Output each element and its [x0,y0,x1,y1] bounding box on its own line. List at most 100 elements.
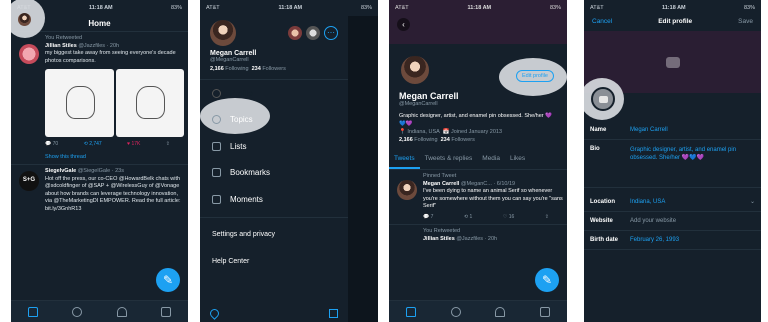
bio-input[interactable]: Graphic designer, artist, and enamel pin… [630,146,755,181]
website-field[interactable]: Website Add your website [584,212,761,231]
mail-icon[interactable] [539,306,550,317]
author-name[interactable]: Megan Carrell [423,181,459,187]
search-icon[interactable] [72,306,83,317]
compose-button[interactable]: ✎ [535,268,559,292]
chevron-down-icon[interactable]: ⌄ [750,198,755,205]
followers-label: Followers [451,137,475,143]
show-thread-link[interactable]: Show this thread [11,152,188,165]
clock: 11:18 AM [661,5,686,11]
following-count[interactable]: 2,166 [210,66,224,72]
drawer-screen: AT&T 11:18 AM 83% ⋯ Megan Carrell @Megan… [200,0,378,322]
birth-date-field[interactable]: Birth date February 26, 1993 [584,231,761,250]
home-icon[interactable] [28,306,39,317]
settings-link[interactable]: Settings and privacy [200,222,348,249]
status-bar: AT&T 11:18 AM 83% [200,0,378,16]
avatar-editor[interactable] [591,87,615,111]
avatar[interactable] [399,54,431,86]
name-input[interactable]: Megan Carrell [630,127,668,133]
tweet-text: my biggest take away from seeing everyon… [45,50,176,64]
birth-date-input[interactable]: February 26, 1993 [630,237,679,243]
followers-count[interactable]: 234 [441,137,450,143]
birth-date-label: Birth date [590,237,619,243]
help-link[interactable]: Help Center [200,248,348,275]
bell-icon[interactable] [116,306,127,317]
tweet-text: Hot off the press, our co-CEO @HowardBel… [45,175,181,212]
author-handle: @Jazzfiles · 20h [456,235,498,242]
battery: 83% [360,5,372,11]
profile-meta: 📍 Indiana, USA 📅 Joined January 2013 [399,129,503,135]
profile-handle: @MeganCarrell [399,101,438,107]
menu-item-topics[interactable]: Topics [200,107,348,134]
edit-profile-button[interactable]: Edit profile [516,70,554,82]
website-input[interactable]: Add your website [630,218,676,224]
mail-icon[interactable] [160,306,171,317]
clock: 11:18 AM [467,5,492,11]
avatar[interactable] [210,20,236,46]
tab-likes[interactable]: Likes [505,150,530,169]
tweet-image[interactable] [45,69,114,137]
following-label: Following [414,137,438,143]
tweet-actions: 💬 7 ⟲ 1 ♡ 16 ⇪ [423,214,563,222]
tab-replies[interactable]: Tweets & replies [420,150,478,169]
more-icon[interactable]: ⋯ [324,26,338,40]
follow-stats: 2,166 Following 234 Followers [200,63,348,75]
tab-media[interactable]: Media [477,150,505,169]
camera-icon[interactable] [665,57,680,68]
location-field[interactable]: Location Indiana, USA ⌄ [584,192,761,212]
menu-item-bookmarks[interactable]: Bookmarks [200,160,348,187]
clock: 11:18 AM [88,5,113,11]
cancel-button[interactable]: Cancel [592,18,612,25]
tab-tweets[interactable]: Tweets [389,150,420,169]
like-icon[interactable]: ♥ 17K [127,141,140,149]
tweet-images[interactable] [45,69,184,137]
retweet-icon[interactable]: ⟲ 2,747 [84,141,102,149]
avatar[interactable]: S+G [19,171,39,191]
like-icon[interactable]: ♡ 16 [503,214,514,222]
tweet[interactable]: S+G SiegelvGale @SiegelGale · 23s Hot of… [11,164,188,216]
followers-count[interactable]: 234 [252,66,261,72]
location-input[interactable]: Indiana, USA [630,199,665,205]
account-avatar[interactable] [306,26,320,40]
name-label: Name [590,127,607,133]
tweet[interactable]: You Retweeted Jillian Stiles @Jazzfiles … [11,32,188,152]
reply-icon[interactable]: 💬 70 [45,141,58,149]
profile-name: Megan Carrell [210,50,257,57]
author-name[interactable]: Jillian Stiles [423,236,455,242]
search-icon[interactable] [450,306,461,317]
name-field[interactable]: Name Megan Carrell [584,121,761,140]
person-icon [212,88,221,98]
avatar[interactable] [19,44,39,64]
account-avatar[interactable] [288,26,302,40]
menu-item-moments[interactable]: Moments [200,186,348,213]
qr-code-icon[interactable] [329,309,338,318]
avatar[interactable] [397,180,417,200]
bulb-icon[interactable] [208,307,221,320]
tweet-image[interactable] [115,69,184,137]
back-arrow-icon[interactable]: ‹ [397,18,410,31]
location: Indiana, USA [407,129,440,135]
following-count[interactable]: 2,166 [399,137,413,143]
following-label: Following [225,66,249,72]
author-handle: @SiegelGale · 23s [77,168,124,174]
author-name[interactable]: Jillian Stiles [45,43,77,49]
reply-icon[interactable]: 💬 7 [423,214,433,222]
author-name[interactable]: SiegelvGale [45,168,76,174]
edit-profile-screen: AT&T 11:18 AM 83% Cancel Edit profile Sa… [584,0,761,322]
menu-item-profile[interactable]: Profile [200,80,348,107]
share-icon[interactable]: ⇪ [166,141,170,149]
pinned-label: Pinned Tweet [423,173,457,179]
home-icon[interactable] [406,306,417,317]
menu-item-lists[interactable]: Lists [200,133,348,160]
dimmed-timeline[interactable] [348,16,378,322]
tweet[interactable]: You Retweeted Jillian Stiles @Jazzfiles … [389,224,567,246]
bell-icon[interactable] [495,306,506,317]
retweet-icon[interactable]: ⟲ 1 [464,214,472,222]
retweet-context: You Retweeted [45,35,83,41]
join-date: Joined January 2013 [450,129,503,135]
profile-avatar-button[interactable] [18,13,31,26]
compose-button[interactable]: ✎ [156,268,180,292]
bio-field[interactable]: Bio Graphic designer, artist, and enamel … [584,140,761,188]
share-icon[interactable]: ⇪ [545,214,549,222]
save-button[interactable]: Save [738,18,753,25]
pinned-tweet[interactable]: Pinned Tweet Megan Carrell @MeganC... · … [389,170,567,224]
